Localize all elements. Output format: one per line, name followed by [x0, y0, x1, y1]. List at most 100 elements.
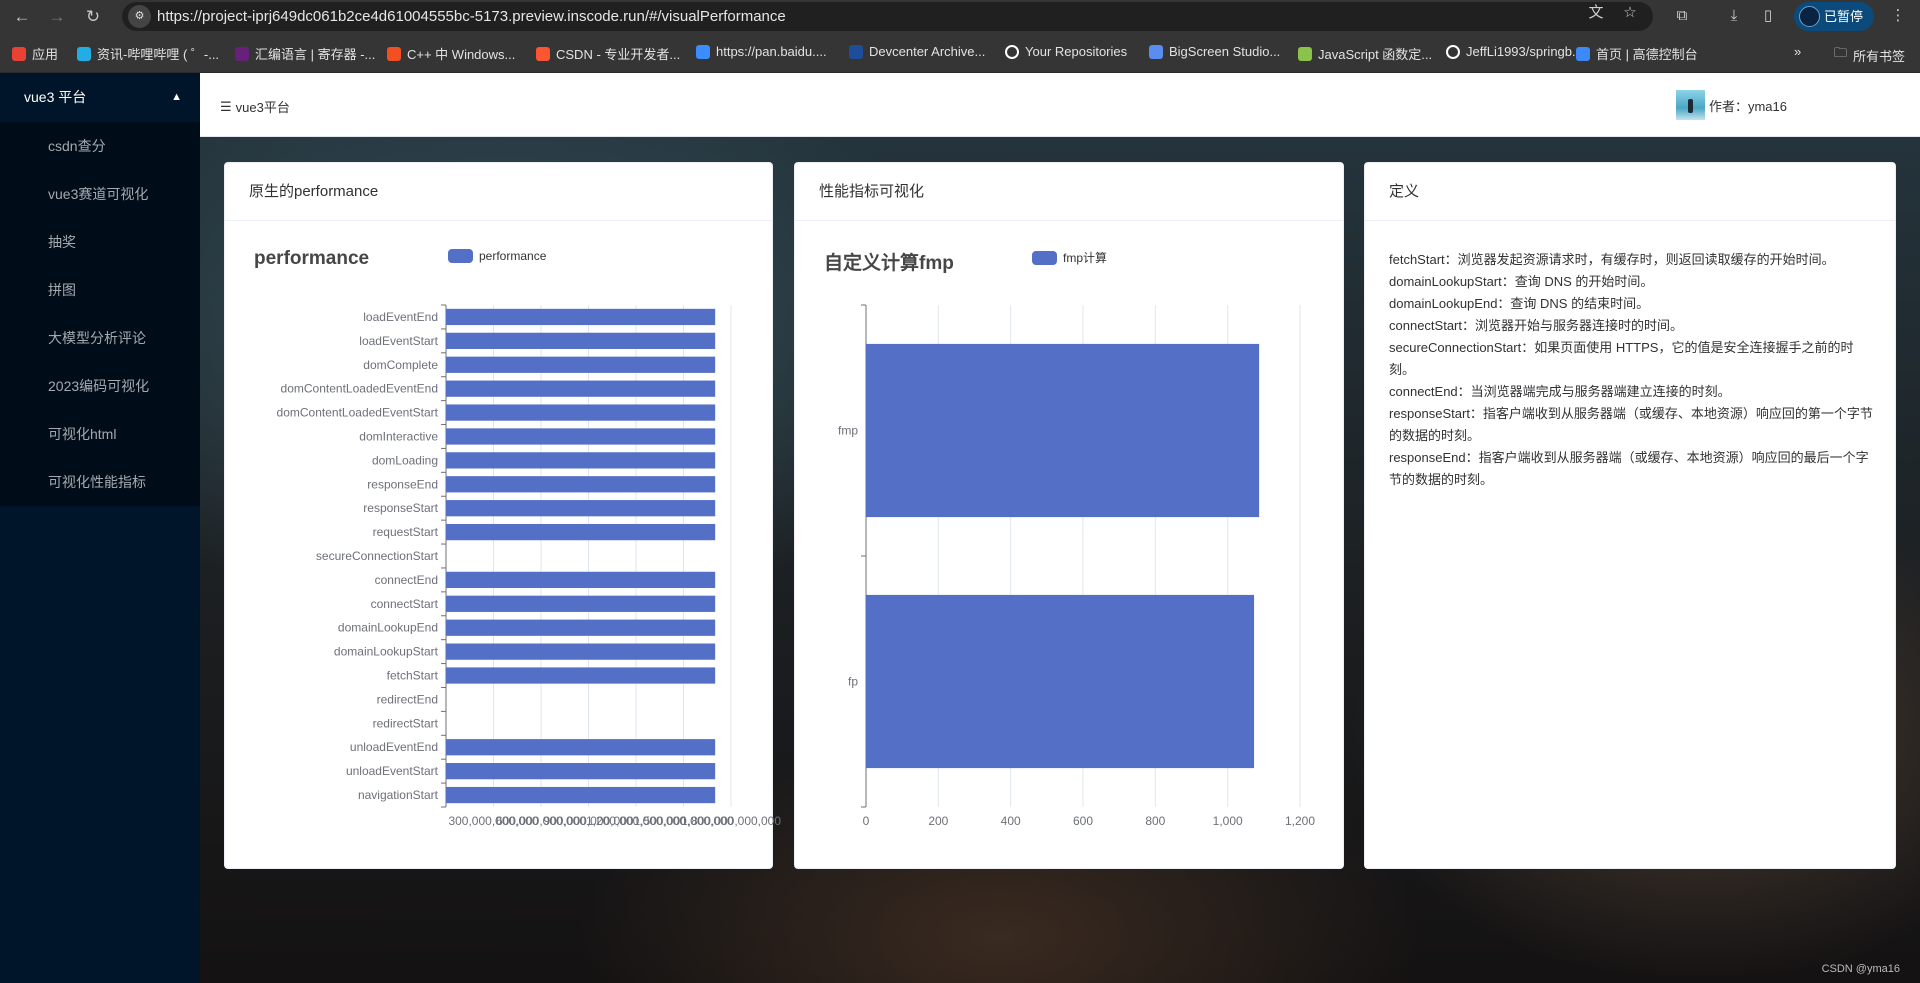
- bar: [446, 763, 716, 780]
- sidebar-item[interactable]: csdn查分: [0, 122, 200, 170]
- x-tick-label: 600: [1073, 814, 1093, 828]
- sidebar-item[interactable]: 拼图: [0, 266, 200, 314]
- bar: [446, 452, 716, 469]
- bookmark-item[interactable]: BigScreen Studio...: [1149, 44, 1280, 59]
- chevron-up-icon: ▲: [171, 91, 182, 103]
- sidebar-item[interactable]: 可视化html: [0, 410, 200, 458]
- bookmark-item[interactable]: JavaScript 函数定...: [1298, 44, 1432, 63]
- definition-line: responseEnd：指客户端收到从服务器端（或缓存、本地资源）响应回的最后一…: [1389, 450, 1869, 487]
- bar: [446, 404, 716, 421]
- microsoft-icon: [387, 46, 401, 61]
- y-category-label: domContentLoadedEventEnd: [281, 382, 438, 396]
- definition-line: responseStart：指客户端收到从服务器端（或缓存、本地资源）响应回的第…: [1389, 406, 1873, 443]
- url-text[interactable]: https://project-iprj649dc061b2ce4d610045…: [157, 8, 786, 25]
- apps-grid-icon: [12, 46, 26, 61]
- bookmark-label: Devcenter Archive...: [869, 44, 986, 59]
- sidebar-item[interactable]: 抽奖: [0, 218, 200, 266]
- x-tick-label: 400: [1001, 814, 1021, 828]
- y-category-label: domInteractive: [359, 429, 438, 443]
- fmp-card: 性能指标可视化 自定义计算fmp fmp计算 0 200 400 600 800 1,00…: [794, 162, 1344, 869]
- avatar: [1675, 90, 1705, 120]
- js-site-icon: [1298, 46, 1312, 61]
- word-icon: [849, 44, 863, 59]
- sidebar-item[interactable]: 2023编码可视化: [0, 362, 200, 410]
- y-category-label: fmp: [838, 424, 858, 438]
- x-tick-label: 800: [1145, 814, 1165, 828]
- more-menu-icon[interactable]: ⋮: [1886, 5, 1910, 27]
- bar: [446, 332, 716, 349]
- y-category-label: redirectEnd: [377, 692, 438, 706]
- bookmark-label: 资讯-哔哩哔哩 ( ゜-...: [97, 47, 220, 62]
- y-category-label: secureConnectionStart: [316, 549, 439, 563]
- bookmark-item[interactable]: Devcenter Archive...: [849, 44, 985, 59]
- more-bookmarks-button[interactable]: »: [1794, 44, 1801, 59]
- y-category-label: domainLookupEnd: [338, 621, 438, 635]
- bar: [446, 571, 716, 589]
- all-bookmarks-button[interactable]: 🗀 所有书签: [1834, 44, 1905, 66]
- bookmark-label: 首页 | 高德控制台: [1596, 47, 1698, 62]
- definition-line: domainLookupEnd：查询 DNS 的结束时间。: [1389, 296, 1650, 311]
- bookmark-star-icon[interactable]: ☆: [1618, 2, 1642, 24]
- y-category-label: unloadEventStart: [346, 764, 439, 778]
- bookmark-label: https://pan.baidu....: [716, 44, 827, 59]
- bookmark-item[interactable]: https://pan.baidu....: [696, 44, 827, 59]
- bookmarks-bar: » 🗀 所有书签 应用 资讯-哔哩哔哩 ( ゜-... 汇编语言 | 寄存器 -...…: [0, 33, 1920, 73]
- definition-line: domainLookupStart：查询 DNS 的开始时间。: [1389, 274, 1654, 289]
- sidebar-submenu: csdn查分 vue3赛道可视化 抽奖 拼图 大模型分析评论 2023编码可视化 可视化ht…: [0, 122, 200, 506]
- folder-icon: 🗀: [1834, 45, 1848, 60]
- y-category-label: unloadEventEnd: [350, 740, 438, 754]
- address-bar[interactable]: ⚙ https://project-iprj649dc061b2ce4d6100…: [122, 2, 1653, 31]
- github-icon: [1005, 44, 1019, 59]
- bookmark-item[interactable]: CSDN - 专业开发者...: [536, 44, 680, 63]
- bar: [446, 739, 716, 756]
- bar: [446, 786, 716, 804]
- y-category-label: fp: [848, 675, 858, 689]
- sidebar-item[interactable]: 大模型分析评论: [0, 314, 200, 362]
- download-icon[interactable]: ⤓: [1722, 5, 1746, 27]
- bookmark-item[interactable]: 汇编语言 | 寄存器 -...: [235, 44, 375, 63]
- bookmark-item[interactable]: 资讯-哔哩哔哩 ( ゜-...: [77, 44, 219, 63]
- bar: [446, 380, 716, 397]
- y-category-label: redirectStart: [373, 716, 439, 730]
- sidebar-item[interactable]: vue3赛道可视化: [0, 170, 200, 218]
- profile-button[interactable]: 已暂停: [1794, 2, 1874, 31]
- forward-icon[interactable]: →: [44, 4, 70, 30]
- all-bookmarks-label: 所有书签: [1853, 48, 1906, 64]
- sidebar-group-vue3[interactable]: vue3 平台 ▲: [0, 73, 200, 122]
- bookmark-item[interactable]: Your Repositories: [1005, 44, 1127, 59]
- bar: [446, 476, 716, 493]
- sidebar-item[interactable]: 可视化性能指标: [0, 458, 200, 506]
- y-category-label: requestStart: [373, 525, 439, 539]
- bilibili-icon: [77, 46, 91, 61]
- x-tick-label: 1,200: [1285, 814, 1315, 828]
- side-panel-icon[interactable]: ▯: [1756, 5, 1780, 27]
- profile-label: 已暂停: [1824, 9, 1864, 24]
- bookmark-item[interactable]: 应用: [12, 44, 58, 63]
- reload-icon[interactable]: ↻: [80, 4, 106, 30]
- x-tick-label: 0: [863, 814, 870, 828]
- browser-toolbar: ← → ↻ ⚙ https://project-iprj649dc061b2ce…: [0, 0, 1920, 33]
- definitions-text: fetchStart：浏览器发起资源请求时，有缓存时，则返回读取缓存的开始时间。…: [1389, 249, 1875, 491]
- menu-toggle[interactable]: ☰ vue3平台: [220, 97, 290, 116]
- bookmark-item[interactable]: C++ 中 Windows...: [387, 44, 515, 63]
- bar: [866, 343, 1260, 518]
- site-info-icon[interactable]: ⚙: [128, 5, 151, 28]
- x-tick-label: 200: [928, 814, 948, 828]
- more-label: »: [1794, 44, 1802, 59]
- github-icon: [1446, 44, 1460, 59]
- y-category-label: domComplete: [363, 358, 438, 372]
- bar: [446, 523, 716, 541]
- y-category-label: fetchStart: [387, 669, 439, 683]
- translate-icon[interactable]: 文: [1584, 2, 1608, 24]
- bookmark-item[interactable]: 首页 | 高德控制台: [1576, 44, 1698, 63]
- y-category-label: domLoading: [372, 453, 438, 467]
- bar: [866, 594, 1255, 769]
- bookmark-item[interactable]: JeffLi1993/springb...: [1446, 44, 1583, 59]
- bookmark-label: BigScreen Studio...: [1169, 44, 1281, 59]
- extensions-icon[interactable]: ⧉: [1670, 5, 1694, 27]
- author-label: 作者：yma16: [1708, 98, 1787, 114]
- menu-fold-icon: ☰: [220, 98, 232, 114]
- back-icon[interactable]: ←: [9, 4, 35, 30]
- profile-avatar: [1799, 6, 1820, 27]
- visual-studio-icon: [235, 46, 249, 61]
